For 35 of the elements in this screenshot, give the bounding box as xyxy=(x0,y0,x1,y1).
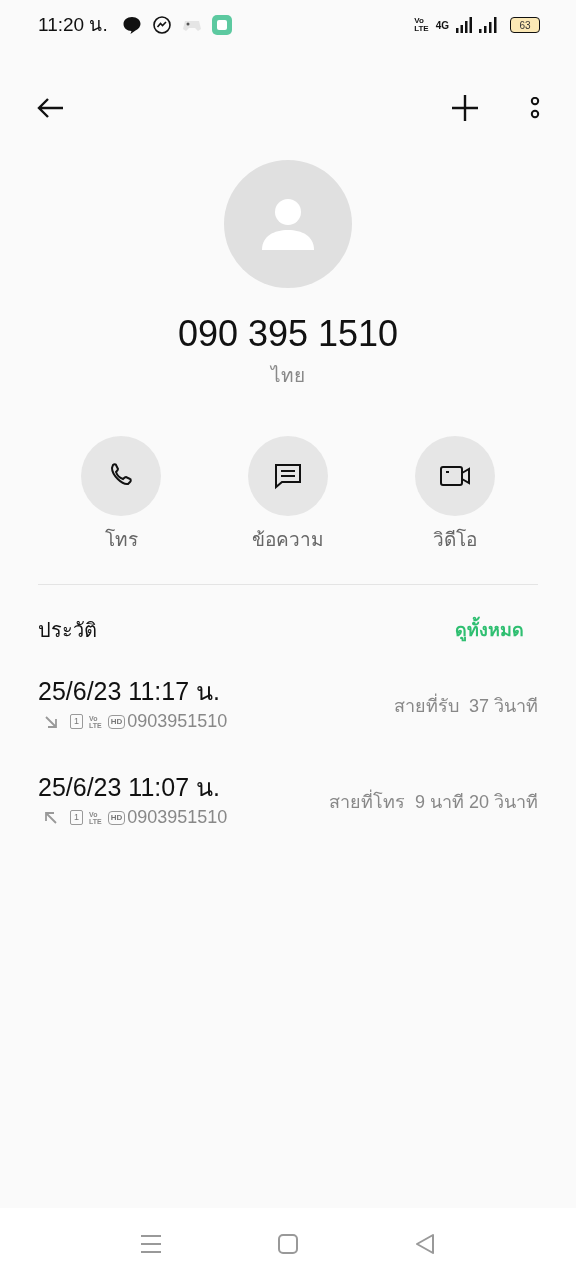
call-number: 0903951510 xyxy=(127,710,228,733)
section-title: ประวัติ xyxy=(38,618,97,643)
menu-icon[interactable] xyxy=(140,1234,162,1254)
outgoing-call-icon xyxy=(44,810,58,825)
battery-indicator: 63 xyxy=(510,17,540,33)
status-time: 11:20 น. xyxy=(38,12,108,37)
location-label: ไทย xyxy=(271,364,305,388)
action-label: วิดีโอ xyxy=(432,527,477,552)
signal-icon xyxy=(456,17,472,33)
home-icon[interactable] xyxy=(277,1233,299,1255)
call-type: สายที่รับ xyxy=(393,692,459,718)
chat-app-icon xyxy=(121,15,142,35)
signal-icon xyxy=(479,17,499,33)
app-icon xyxy=(211,15,232,35)
action-label: โทร xyxy=(104,527,138,552)
call-datetime: 25/6/23 11:07 น. xyxy=(38,772,221,803)
incoming-call-icon xyxy=(44,714,58,729)
hd-icon: HD xyxy=(107,714,126,729)
add-icon[interactable] xyxy=(452,94,478,121)
back-icon[interactable] xyxy=(414,1233,436,1255)
back-arrow-icon[interactable] xyxy=(36,96,64,119)
messenger-icon xyxy=(151,15,172,35)
action-label: ข้อความ xyxy=(252,527,324,552)
hd-icon: HD xyxy=(107,810,126,825)
more-options-icon[interactable] xyxy=(530,96,540,119)
call-type: สายที่โทร xyxy=(328,788,405,814)
volte-status-icon: Vo LTE xyxy=(414,17,429,33)
call-duration: 9 นาที 20 วินาที xyxy=(414,790,538,814)
phone-number: 090 395 1510 xyxy=(177,312,399,356)
sim-slot-icon: 1 xyxy=(70,714,83,729)
network-type: 4G xyxy=(435,18,449,33)
call-duration: 37 วินาที xyxy=(468,694,538,718)
sim-slot-icon: 1 xyxy=(70,810,83,825)
call-number: 0903951510 xyxy=(127,806,228,829)
call-datetime: 25/6/23 11:17 น. xyxy=(38,676,221,707)
